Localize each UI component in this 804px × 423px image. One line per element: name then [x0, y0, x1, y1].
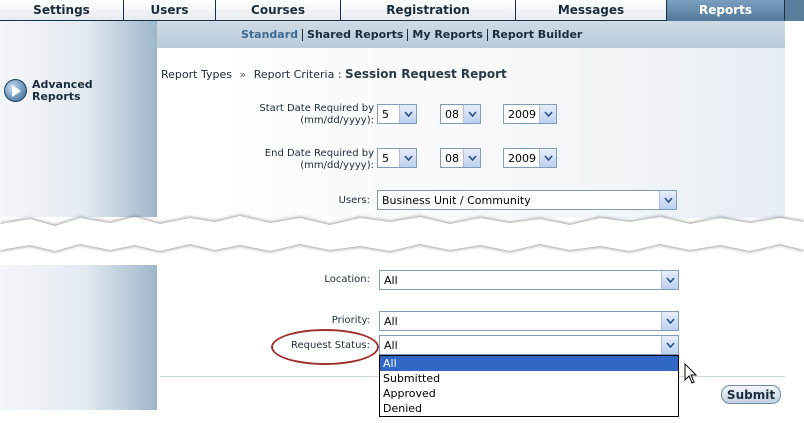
- play-arrow-icon: [4, 79, 27, 102]
- tab-settings[interactable]: Settings: [0, 0, 124, 21]
- chevron-down-icon: [463, 105, 480, 123]
- chevron-down-icon: [661, 271, 678, 289]
- tab-reports[interactable]: Reports: [667, 0, 785, 21]
- end-day-select[interactable]: 08: [440, 148, 481, 168]
- subnav-my-reports[interactable]: My Reports: [408, 28, 488, 41]
- request-status-select[interactable]: All: [379, 335, 679, 355]
- dropdown-option-approved[interactable]: Approved: [380, 386, 678, 401]
- main-tab-bar: Settings Users Courses Registration Mess…: [0, 0, 804, 21]
- breadcrumb: Report Types » Report Criteria : Session…: [161, 67, 507, 81]
- end-date-label: End Date Required by (mm/dd/yyyy):: [264, 148, 374, 171]
- dropdown-option-denied[interactable]: Denied: [380, 401, 678, 416]
- tab-messages[interactable]: Messages: [516, 0, 667, 21]
- chevron-down-icon: [661, 336, 678, 354]
- chevron-down-icon: [399, 149, 416, 167]
- mouse-cursor-icon: [684, 363, 698, 384]
- advanced-reports-link[interactable]: Advanced Reports: [4, 79, 112, 103]
- start-day-select[interactable]: 08: [440, 104, 481, 124]
- breadcrumb-report-criteria[interactable]: Report Criteria: [254, 68, 335, 81]
- chevron-down-icon: [463, 149, 480, 167]
- tab-courses[interactable]: Courses: [216, 0, 341, 21]
- page-title: Session Request Report: [345, 67, 507, 81]
- request-status-dropdown-list: All Submitted Approved Denied: [379, 355, 679, 417]
- start-day-value: 08: [445, 107, 459, 121]
- end-year-value: 2009: [508, 151, 536, 165]
- subnav-report-builder[interactable]: Report Builder: [488, 28, 586, 41]
- subnav-standard[interactable]: Standard: [237, 28, 304, 41]
- priority-label: Priority:: [331, 315, 370, 326]
- dropdown-option-submitted[interactable]: Submitted: [380, 371, 678, 386]
- start-month-select[interactable]: 5: [377, 104, 417, 124]
- end-month-value: 5: [382, 151, 389, 165]
- sidebar-top: [0, 21, 157, 217]
- tab-registration[interactable]: Registration: [341, 0, 516, 21]
- location-select[interactable]: All: [379, 270, 679, 290]
- sidebar-bottom: [0, 265, 157, 410]
- chevron-down-icon: [661, 312, 678, 330]
- request-status-value: All: [384, 338, 398, 352]
- location-label: Location:: [324, 274, 370, 285]
- tab-users[interactable]: Users: [124, 0, 216, 21]
- breadcrumb-colon: :: [337, 68, 342, 81]
- subnav-shared-reports[interactable]: Shared Reports: [303, 28, 409, 41]
- advanced-reports-label: Advanced Reports: [32, 78, 93, 103]
- start-date-label: Start Date Required by (mm/dd/yyyy):: [259, 103, 374, 126]
- dropdown-option-all[interactable]: All: [380, 356, 678, 371]
- report-subnav: Standard Shared Reports My Reports Repor…: [157, 21, 785, 48]
- chevron-down-icon: [399, 105, 416, 123]
- breadcrumb-separator: »: [239, 68, 247, 81]
- submit-button[interactable]: Submit: [721, 385, 781, 404]
- location-value: All: [384, 273, 398, 287]
- end-day-value: 08: [445, 151, 459, 165]
- annotation-ellipse: [271, 329, 379, 365]
- chevron-down-icon: [539, 105, 556, 123]
- end-year-select[interactable]: 2009: [503, 148, 557, 168]
- torn-page-divider: [0, 215, 804, 252]
- start-year-select[interactable]: 2009: [503, 104, 557, 124]
- priority-select[interactable]: All: [379, 311, 679, 331]
- start-month-value: 5: [382, 107, 389, 121]
- end-month-select[interactable]: 5: [377, 148, 417, 168]
- start-year-value: 2009: [508, 107, 536, 121]
- breadcrumb-report-types[interactable]: Report Types: [161, 68, 232, 81]
- priority-value: All: [384, 314, 398, 328]
- chevron-down-icon: [539, 149, 556, 167]
